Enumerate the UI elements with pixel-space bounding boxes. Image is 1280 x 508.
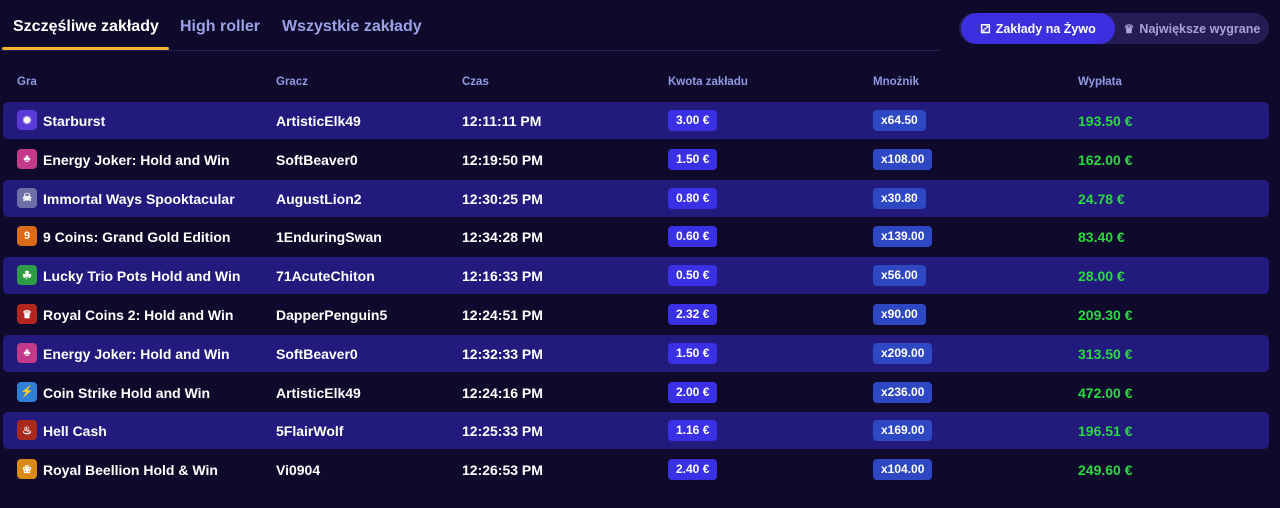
tab-high-roller[interactable]: High roller (180, 18, 260, 36)
game-name[interactable]: Energy Joker: Hold and Win (43, 152, 230, 168)
player-name: 1EnduringSwan (276, 229, 382, 246)
game-name[interactable]: Coin Strike Hold and Win (43, 385, 210, 401)
table-row[interactable]: ♨ Hell Cash 5FlairWolf 12:25:33 PM 1.16 € x16… (3, 412, 1269, 450)
bet-time: 12:30:25 PM (462, 190, 543, 207)
bet-time: 12:11:11 PM (462, 113, 542, 129)
bet-amount-badge: 2.32 € (668, 304, 718, 325)
game-name[interactable]: Immortal Ways Spooktacular (43, 191, 235, 207)
live-bets-button[interactable]: ⚂ Zakłady na Żywo (961, 13, 1115, 44)
player-name: Vi0904 (276, 462, 321, 479)
tab-all-bets[interactable]: Wszystkie zakłady (282, 18, 422, 36)
bet-time: 12:32:33 PM (462, 345, 543, 362)
col-game: Gra (17, 76, 37, 88)
tab-lucky-bets[interactable]: Szczęśliwe zakłady (13, 18, 159, 36)
player-name: DapperPenguin5 (276, 307, 388, 323)
payout-amount: 313.50 € (1078, 345, 1133, 362)
joker-icon: ♣ (17, 342, 37, 363)
multiplier-badge: x64.50 (873, 110, 926, 131)
live-bets-label: Zakłady na Żywo (995, 21, 1096, 36)
player-name: 71AcuteChiton (276, 268, 375, 285)
bet-time: 12:24:16 PM (462, 384, 543, 401)
biggest-wins-label: Największe wygrane (1139, 21, 1261, 36)
col-player: Gracz (276, 76, 308, 88)
table-row[interactable]: ♣ Energy Joker: Hold and Win SoftBeaver0 12… (3, 334, 1269, 372)
bet-amount-badge: 1.16 € (668, 420, 718, 442)
player-name: SoftBeaver0 (276, 345, 358, 362)
payout-amount: 209.30 € (1078, 307, 1133, 323)
player-name: AugustLion2 (276, 190, 362, 207)
table-row[interactable]: 9 9 Coins: Grand Gold Edition 1EnduringSwa… (3, 218, 1269, 255)
payout-amount: 472.00 € (1078, 384, 1133, 401)
bet-amount-badge: 3.00 € (668, 110, 718, 131)
bet-amount-badge: 1.50 € (668, 342, 718, 364)
payout-amount: 193.50 € (1078, 113, 1133, 129)
table-row[interactable]: ☘ Lucky Trio Pots Hold and Win 71AcuteChit… (3, 257, 1269, 295)
col-multiplier: Mnożnik (873, 76, 919, 88)
starburst-icon: ✹ (17, 110, 37, 130)
view-toggle: ⚂ Zakłady na Żywo ♛ Największe wygrane (959, 13, 1269, 44)
payout-amount: 196.51 € (1078, 423, 1133, 440)
payout-amount: 28.00 € (1078, 268, 1125, 285)
payout-amount: 162.00 € (1078, 151, 1133, 168)
joker-icon: ♣ (17, 148, 37, 169)
multiplier-badge: x30.80 (873, 187, 926, 209)
payout-amount: 24.78 € (1078, 190, 1125, 207)
game-name[interactable]: Hell Cash (43, 423, 107, 439)
multiplier-badge: x169.00 (873, 420, 933, 442)
bet-time: 12:34:28 PM (462, 229, 543, 246)
multiplier-badge: x209.00 (873, 342, 933, 364)
bet-time: 12:19:50 PM (462, 151, 543, 168)
payout-amount: 83.40 € (1078, 229, 1125, 246)
bet-time: 12:24:51 PM (462, 307, 543, 323)
bet-amount-badge: 2.40 € (668, 459, 718, 481)
game-name[interactable]: Lucky Trio Pots Hold and Win (43, 268, 240, 284)
table-row[interactable]: ⚡ Coin Strike Hold and Win ArtisticElk49 12… (3, 374, 1269, 411)
bet-time: 12:26:53 PM (462, 462, 543, 479)
multiplier-badge: x139.00 (873, 226, 933, 248)
player-name: 5FlairWolf (276, 423, 344, 440)
player-name: ArtisticElk49 (276, 113, 361, 129)
multiplier-badge: x108.00 (873, 148, 933, 170)
game-name[interactable]: Energy Joker: Hold and Win (43, 346, 230, 362)
game-name[interactable]: Starburst (43, 113, 105, 129)
col-payout: Wypłata (1078, 76, 1122, 88)
bet-amount-badge: 0.80 € (668, 187, 718, 209)
bets-tabs: Szczęśliwe zakłady High roller Wszystkie… (0, 0, 940, 51)
table-row[interactable]: ☠ Immortal Ways Spooktacular AugustLion2 12… (3, 179, 1269, 217)
player-name: ArtisticElk49 (276, 384, 361, 401)
pot-icon: ☘ (17, 265, 37, 286)
crown-coin-icon: ♛ (17, 304, 37, 324)
payout-amount: 249.60 € (1078, 462, 1133, 479)
multiplier-badge: x104.00 (873, 459, 933, 481)
bet-amount-badge: 2.00 € (668, 381, 718, 403)
table-row[interactable]: ✹ Starburst ArtisticElk49 12:11:11 PM 3.00 €… (3, 102, 1269, 139)
lightning-coin-icon: ⚡ (17, 381, 37, 402)
bee-icon: ❀ (17, 459, 37, 480)
bet-time: 12:25:33 PM (462, 423, 543, 440)
dice-icon: ⚂ (980, 21, 991, 36)
active-tab-indicator (2, 47, 169, 50)
crown-icon: ♛ (1123, 21, 1135, 36)
bet-amount-badge: 0.50 € (668, 265, 718, 287)
col-time: Czas (462, 76, 489, 88)
table-header: Gra Gracz Czas Kwota zakładu Mnożnik Wyp… (0, 76, 1280, 92)
col-bet: Kwota zakładu (668, 76, 748, 88)
multiplier-badge: x236.00 (873, 381, 933, 403)
bet-time: 12:16:33 PM (462, 268, 543, 285)
bet-amount-badge: 1.50 € (668, 148, 718, 170)
table-row[interactable]: ♣ Energy Joker: Hold and Win SoftBeaver0 12… (3, 141, 1269, 178)
game-name[interactable]: Royal Coins 2: Hold and Win (43, 307, 233, 323)
table-row[interactable]: ❀ Royal Beellion Hold & Win Vi0904 12:26:53… (3, 451, 1269, 488)
player-name: SoftBeaver0 (276, 151, 358, 168)
multiplier-badge: x56.00 (873, 265, 926, 287)
ghost-icon: ☠ (17, 187, 37, 208)
bet-amount-badge: 0.60 € (668, 226, 718, 248)
coin-icon: 9 (17, 226, 37, 247)
multiplier-badge: x90.00 (873, 304, 926, 325)
game-name[interactable]: 9 Coins: Grand Gold Edition (43, 229, 230, 245)
table-row[interactable]: ♛ Royal Coins 2: Hold and Win DapperPengui… (3, 296, 1269, 333)
fire-icon: ♨ (17, 420, 37, 441)
game-name[interactable]: Royal Beellion Hold & Win (43, 462, 218, 478)
biggest-wins-button[interactable]: ♛ Największe wygrane (1115, 13, 1269, 44)
